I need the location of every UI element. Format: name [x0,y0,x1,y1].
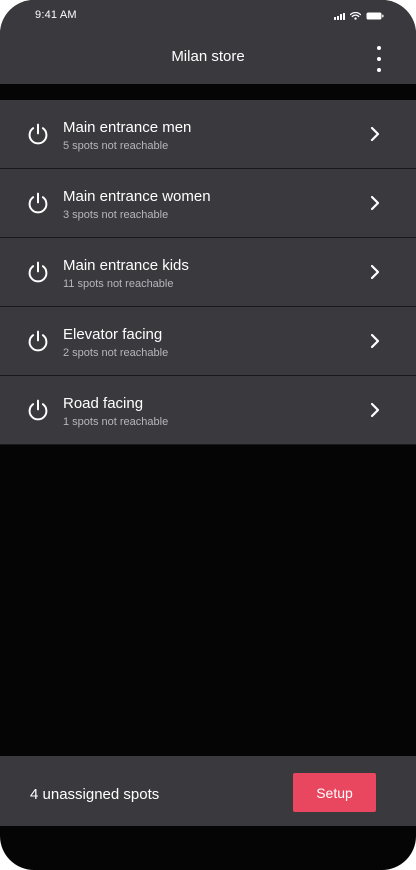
zone-status: 1 spots not reachable [63,416,169,428]
page-title: Milan store [171,48,245,65]
zone-name: Main entrance kids [63,257,189,274]
unassigned-spots-count: 4 unassigned spots [30,786,160,803]
list-item-zone-2[interactable]: Main entrance kids 11 spots not reachabl… [0,238,416,307]
zone-status: 11 spots not reachable [63,278,174,290]
wifi-icon [350,12,361,20]
list-item-zone-1[interactable]: Main entrance women 3 spots not reachabl… [0,169,416,238]
status-bar: 9:41 AM [0,0,416,30]
phone-screen: 9:41 AM Milan store Main entrance men 5 … [0,0,416,870]
chevron-right-icon [370,195,380,211]
status-time: 9:41 AM [35,9,77,21]
zone-status: 2 spots not reachable [63,347,169,359]
zone-name: Main entrance women [63,188,211,205]
list-item-zone-0[interactable]: Main entrance men 5 spots not reachable [0,100,416,169]
zone-list: Main entrance men 5 spots not reachable … [0,100,416,445]
setup-button[interactable]: Setup [293,773,376,812]
power-icon [28,192,48,214]
chevron-right-icon [370,264,380,280]
zone-name: Road facing [63,395,144,412]
chevron-right-icon [370,126,380,142]
list-item-zone-4[interactable]: Road facing 1 spots not reachable [0,376,416,445]
power-icon [28,123,48,145]
chevron-right-icon [370,402,380,418]
status-icons [334,10,384,22]
power-icon [28,261,48,283]
signal-icon [334,12,345,20]
power-icon [28,399,48,421]
zone-status: 5 spots not reachable [63,140,169,152]
list-item-zone-3[interactable]: Elevator facing 2 spots not reachable [0,307,416,376]
app-header: 9:41 AM Milan store [0,0,416,84]
zone-status: 3 spots not reachable [63,209,169,221]
chevron-right-icon [370,333,380,349]
power-icon [28,330,48,352]
zone-name: Elevator facing [63,326,163,343]
bottom-action-bar: 4 unassigned spots Setup [0,756,416,826]
battery-icon [366,12,384,20]
zone-name: Main entrance men [63,119,192,136]
more-vertical-icon[interactable] [372,46,386,72]
